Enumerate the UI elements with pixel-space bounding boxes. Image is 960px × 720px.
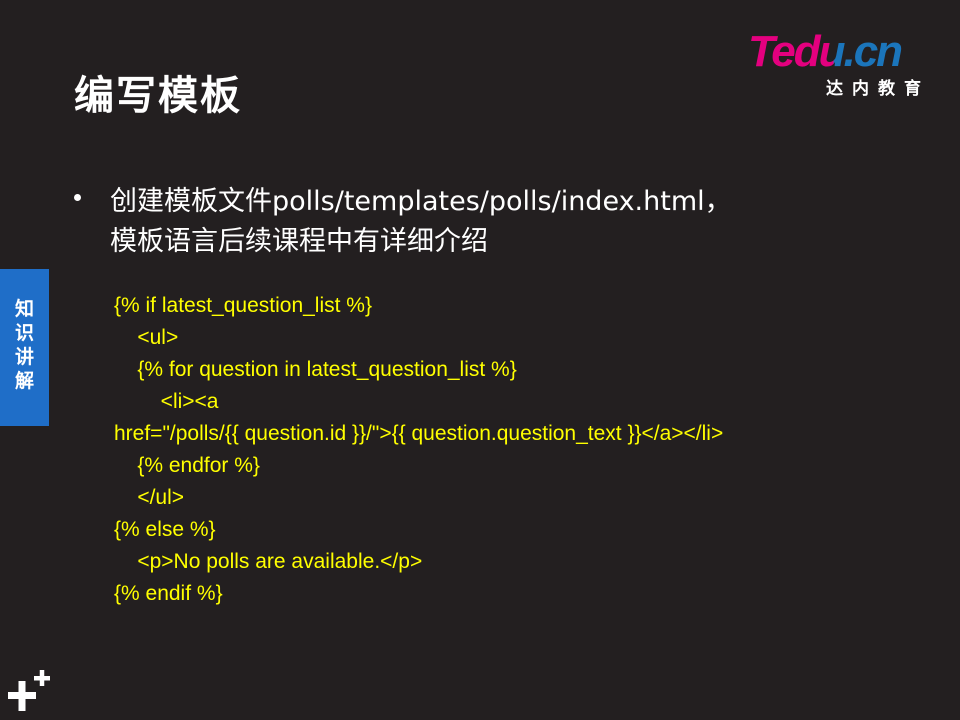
side-tab-char: 知	[14, 298, 34, 320]
side-tab-char: 解	[14, 370, 34, 392]
svg-text:Tedu.cn: Tedu.cn	[748, 27, 902, 76]
bullet-line: 模板语言后续课程中有详细介绍	[110, 226, 488, 257]
plus-cross-icon	[8, 668, 52, 712]
side-tab-label: 知 识 讲 解	[0, 297, 49, 393]
bullet-line: 创建模板文件polls/templates/polls/index.html，	[110, 186, 732, 217]
slide: 编写模板 Tedu.cn 达内教育 知 识 讲 解 创建模板文件polls/te…	[0, 0, 960, 720]
side-tab-char: 讲	[14, 346, 34, 368]
code-line: {% endif %}	[114, 582, 223, 605]
code-line: {% for question in latest_question_list …	[114, 358, 517, 381]
code-block: {% if latest_question_list %} <ul> {% fo…	[114, 290, 914, 610]
code-line: {% else %}	[114, 518, 216, 541]
bullet-point: 创建模板文件polls/templates/polls/index.html， …	[74, 182, 894, 262]
logo-subtitle: 达内教育	[826, 79, 930, 99]
tedu-logo-wordmark: Tedu.cn	[748, 27, 904, 76]
code-line: {% if latest_question_list %}	[114, 294, 372, 317]
tedu-logo: Tedu.cn 达内教育	[748, 26, 938, 102]
code-line: href="/polls/{{ question.id }}/">{{ ques…	[114, 422, 724, 445]
bullet-dot-icon	[74, 194, 81, 201]
side-tab-knowledge: 知 识 讲 解	[0, 269, 49, 426]
code-line: <li><a	[114, 390, 219, 413]
code-line: </ul>	[114, 486, 185, 509]
code-line: <ul>	[114, 326, 179, 349]
slide-title: 编写模板	[74, 73, 242, 119]
code-line: <p>No polls are available.</p>	[114, 550, 423, 573]
code-line: {% endfor %}	[114, 454, 260, 477]
side-tab-char: 识	[14, 322, 34, 344]
